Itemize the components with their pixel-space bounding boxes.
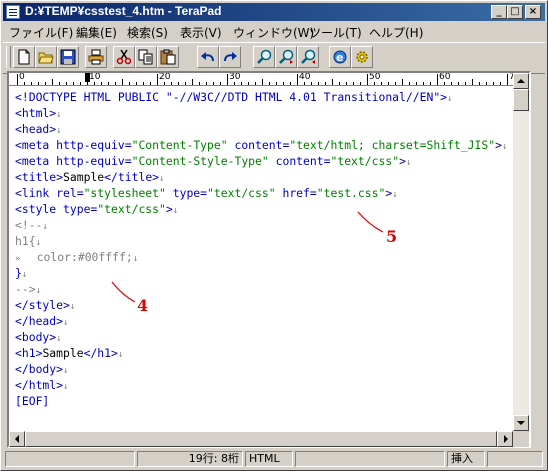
scroll-up-button[interactable] xyxy=(513,73,529,89)
horizontal-scroll-thumb[interactable] xyxy=(25,431,497,447)
status-bar: 19行: 8桁 HTML 挿入 xyxy=(3,449,545,468)
scroll-down-button[interactable] xyxy=(513,415,529,431)
up-arrow-icon xyxy=(517,79,525,83)
annotation-4: 4 xyxy=(137,296,149,315)
annotation-4-pointer xyxy=(111,281,136,303)
left-arrow-icon xyxy=(15,435,19,443)
horizontal-scrollbar[interactable] xyxy=(9,431,513,447)
scrollbar-corner xyxy=(513,431,529,447)
scroll-right-button[interactable] xyxy=(497,431,513,447)
annotation-overlay xyxy=(111,211,384,303)
annotation-5: 5 xyxy=(386,227,398,246)
status-panel-last xyxy=(487,451,543,467)
vertical-scroll-thumb[interactable] xyxy=(513,89,529,111)
right-arrow-icon xyxy=(504,435,508,443)
status-panel-blank xyxy=(295,451,445,467)
annotation-5-pointer xyxy=(357,211,384,233)
scroll-left-button[interactable] xyxy=(9,431,25,447)
status-panel-empty xyxy=(5,451,135,467)
vertical-scrollbar[interactable] xyxy=(513,73,529,431)
insert-mode: 挿入 xyxy=(447,451,485,467)
syntax-mode: HTML xyxy=(245,451,293,467)
terapad-window: D:¥TEMP¥csstest_4.htm - TeraPad _ □ × ファ… xyxy=(0,0,548,471)
cursor-position: 19行: 8桁 xyxy=(137,451,243,467)
down-arrow-icon xyxy=(517,421,525,425)
